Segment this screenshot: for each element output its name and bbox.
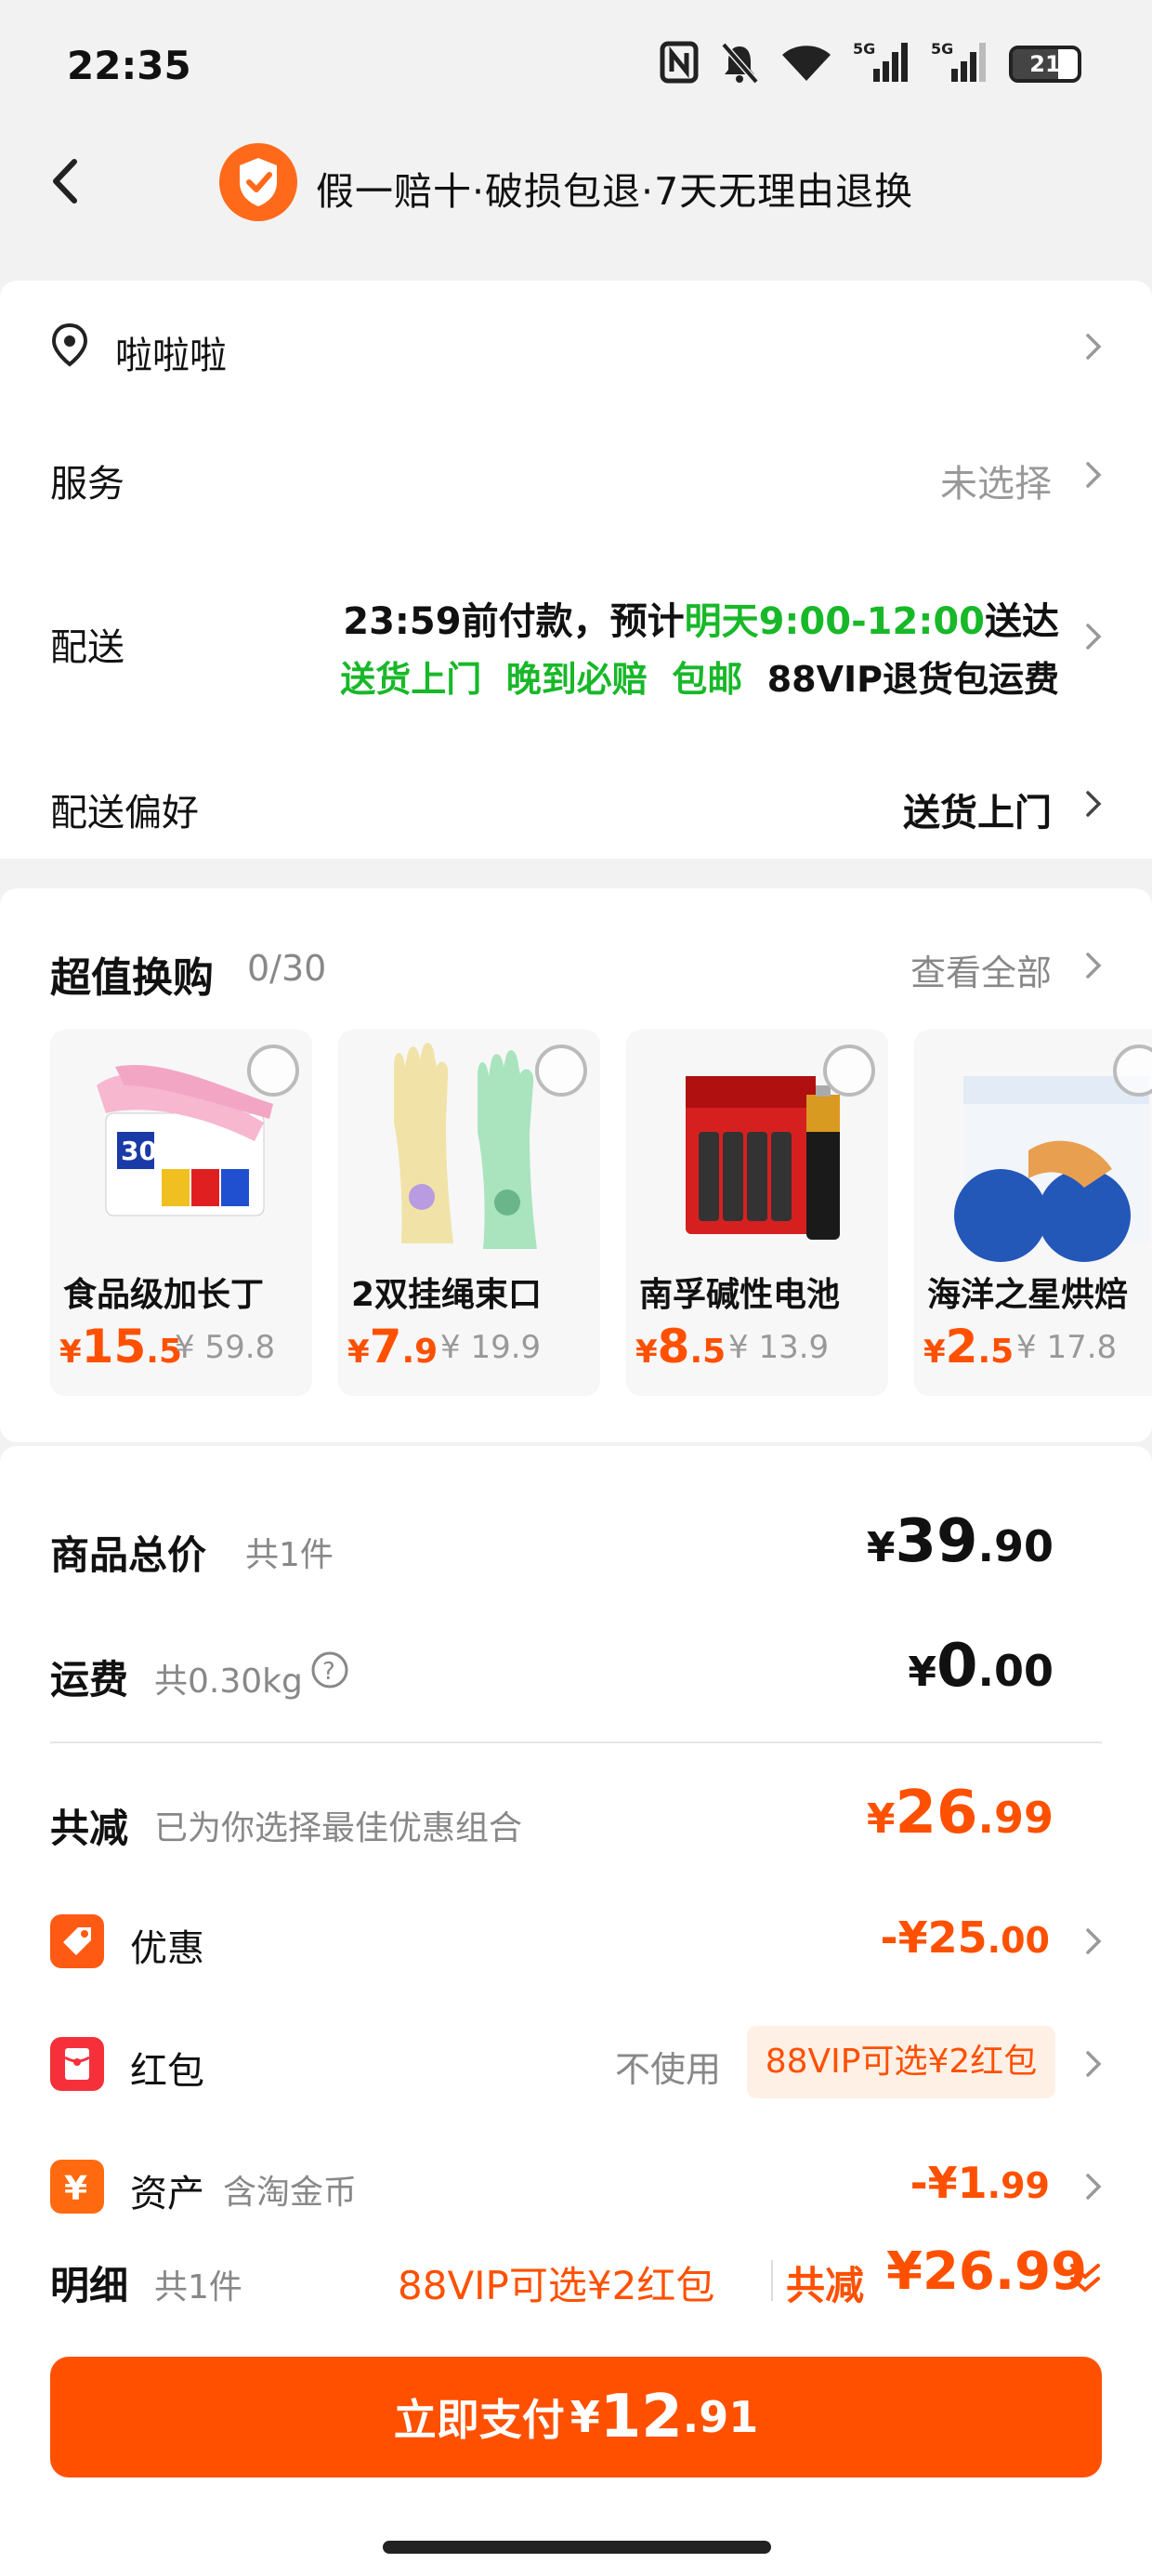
product-original-price: ¥ 59.8: [175, 1329, 276, 1366]
select-radio[interactable]: [247, 1045, 299, 1097]
view-all-link[interactable]: 查看全部: [910, 944, 1052, 995]
product-original-price: ¥ 19.9: [440, 1329, 542, 1366]
delivery-pref-value[interactable]: 送货上门: [903, 782, 1052, 836]
asset-note: 含淘金币: [223, 2174, 358, 2212]
home-indicator[interactable]: [383, 2541, 771, 2554]
pay-amount-int: 12: [599, 2383, 683, 2451]
asset-chevron-icon[interactable]: [1083, 2171, 1104, 2202]
delivery-eta[interactable]: 23:59前付款，预计明天9:00-12:00送达: [343, 591, 1059, 645]
detail-total-label: 共减: [786, 2263, 865, 2308]
detail-label[interactable]: 明细: [50, 2254, 128, 2311]
yen-coin-icon: ¥: [50, 2160, 104, 2214]
total-price-label: 商品总价: [50, 1532, 207, 1578]
detail-count: 共1件: [154, 2268, 242, 2307]
service-value[interactable]: 未选择: [940, 453, 1052, 507]
delivery-eta-suffix: 送达: [985, 600, 1059, 643]
address-chevron-icon[interactable]: [1083, 331, 1104, 362]
nfc-icon: [660, 41, 699, 87]
guarantee-title: 假一赔十·破损包退·7天无理由退换: [316, 169, 914, 214]
discount-value[interactable]: -¥25.00: [881, 1912, 1050, 1963]
double-chevron-down-icon[interactable]: [1067, 2258, 1104, 2299]
pay-label: 立即支付: [393, 2395, 565, 2445]
select-radio[interactable]: [535, 1045, 587, 1097]
swap-product-card[interactable]: 2双挂绳束口 ¥7.9 ¥ 19.9: [338, 1030, 600, 1396]
help-icon[interactable]: ?: [310, 1650, 349, 1689]
shield-check-icon: [219, 143, 297, 221]
delivery-tag: 送货上门: [340, 659, 482, 700]
chevron-left-icon: [53, 159, 77, 204]
reduce-label: 共减: [50, 1806, 129, 1851]
signal-5g-icon-2: 5G: [931, 40, 988, 87]
delivery-eta-prefix: 23:59前付款，预计: [343, 600, 685, 643]
total-price-value: ¥39.90: [866, 1507, 1054, 1576]
divider: [50, 1741, 1102, 1743]
delivery-vip-note: 88VIP退货包运费: [766, 659, 1059, 700]
detail-total-value: ¥26.99: [886, 2241, 1088, 2302]
product-original-price: ¥ 17.8: [1016, 1329, 1118, 1366]
svg-text:¥: ¥: [64, 2170, 87, 2208]
pay-yen: ¥: [569, 2392, 600, 2442]
svg-text:?: ?: [322, 1658, 335, 1686]
red-packet-none[interactable]: 不使用: [615, 2041, 721, 2092]
swap-product-card[interactable]: 南孚碱性电池 ¥8.5 ¥ 13.9: [626, 1030, 888, 1396]
reduce-value: ¥26.99: [866, 1779, 1054, 1847]
svg-text:5G: 5G: [931, 41, 953, 58]
product-price: ¥7.9: [347, 1320, 439, 1373]
total-count: 共1件: [245, 1536, 334, 1574]
shipping-value: ¥0.00: [908, 1632, 1054, 1701]
delivery-label: 配送: [50, 626, 124, 669]
product-name: 2双挂绳束口: [351, 1276, 543, 1314]
status-time: 22:35: [67, 43, 191, 88]
shipping-weight: 共0.30kg: [154, 1663, 303, 1701]
asset-label: 资产: [130, 2173, 204, 2215]
status-bar: 22:35 5G 5G 21: [0, 0, 1152, 130]
discount-label: 优惠: [130, 1927, 204, 1970]
red-packet-chevron-icon[interactable]: [1083, 2048, 1104, 2080]
asset-value[interactable]: -¥1.99: [910, 2158, 1050, 2208]
reduce-note: 已为你选择最佳优惠组合: [154, 1809, 523, 1847]
product-original-price: ¥ 13.9: [728, 1329, 830, 1366]
back-button[interactable]: [41, 149, 97, 214]
battery-icon: 21: [1009, 46, 1081, 83]
wifi-icon: [780, 42, 832, 86]
svg-text:30: 30: [121, 1136, 157, 1166]
delivery-pref-label: 配送偏好: [50, 792, 199, 835]
service-chevron-icon[interactable]: [1083, 459, 1104, 491]
delivery-chevron-icon[interactable]: [1083, 621, 1104, 652]
red-packet-icon: [50, 2037, 104, 2091]
product-price: ¥15.5: [59, 1320, 182, 1373]
signal-5g-icon-1: 5G: [853, 40, 910, 87]
delivery-tag: 晚到必赔: [505, 659, 648, 700]
swap-title: 超值换购: [50, 954, 214, 1002]
status-icons: 5G 5G 21: [660, 40, 1081, 87]
product-price: ¥8.5: [635, 1320, 727, 1373]
detail-redpacket[interactable]: 88VIP可选¥2红包: [398, 2254, 714, 2311]
address-text[interactable]: 啦啦啦: [115, 325, 227, 379]
pay-amount-dec: .91: [682, 2392, 759, 2442]
product-name: 南孚碱性电池: [639, 1276, 841, 1314]
delivery-pref-chevron-icon[interactable]: [1083, 788, 1104, 820]
delivery-tags: 送货上门 晚到必赔 包邮 88VIP退货包运费: [340, 651, 1059, 702]
svg-text:5G: 5G: [853, 41, 875, 58]
swap-product-card[interactable]: 海洋之星烘焙 ¥2.5 ¥ 17.8: [914, 1030, 1152, 1396]
shipping-label: 运费: [50, 1657, 129, 1702]
pay-now-button[interactable]: 立即支付 ¥ 12 .91: [50, 2357, 1102, 2477]
discount-tag-icon: [50, 1914, 104, 1968]
product-name: 海洋之星烘焙: [927, 1276, 1129, 1314]
delivery-tag: 包邮: [672, 659, 743, 700]
product-name: 食品级加长丁: [63, 1276, 265, 1314]
location-pin-icon: [48, 322, 91, 368]
service-label: 服务: [50, 463, 124, 506]
red-packet-vip-tag[interactable]: 88VIP可选¥2红包: [747, 2026, 1055, 2098]
swap-count: 0/30: [247, 948, 327, 989]
view-all-chevron-icon[interactable]: [1083, 950, 1104, 981]
swap-product-card[interactable]: 30 食品级加长丁 ¥15.5 ¥ 59.8: [50, 1030, 312, 1396]
select-radio[interactable]: [823, 1045, 875, 1097]
discount-chevron-icon[interactable]: [1083, 1925, 1104, 1957]
delivery-eta-time: 明天9:00-12:00: [684, 600, 985, 643]
red-packet-label: 红包: [130, 2050, 204, 2093]
product-price: ¥2.5: [923, 1320, 1015, 1373]
detail-separator: [771, 2260, 773, 2301]
mute-bell-icon: [719, 41, 760, 87]
